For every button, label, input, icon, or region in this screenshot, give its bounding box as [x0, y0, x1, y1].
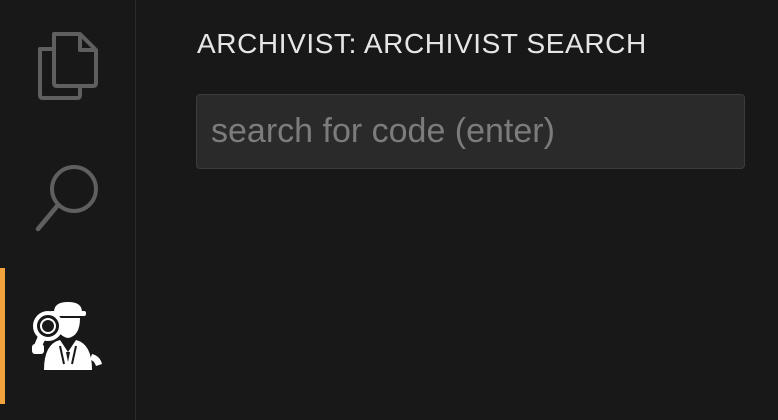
activity-bar: [0, 0, 136, 420]
activity-item-explorer[interactable]: [0, 0, 136, 136]
archivist-detective-icon: [30, 298, 106, 375]
files-icon: [36, 31, 100, 106]
search-box[interactable]: [196, 94, 745, 169]
panel-title: ARCHIVIST: ARCHIVIST SEARCH: [197, 28, 647, 59]
search-input[interactable]: [197, 95, 744, 168]
activity-item-archivist[interactable]: [0, 268, 136, 404]
editor-window: ARCHIVIST: ARCHIVIST SEARCH: [0, 0, 778, 420]
active-indicator: [0, 268, 5, 404]
archivist-search-panel: ARCHIVIST: ARCHIVIST SEARCH: [137, 0, 778, 420]
activity-item-search[interactable]: [0, 132, 136, 268]
search-icon: [34, 163, 102, 238]
